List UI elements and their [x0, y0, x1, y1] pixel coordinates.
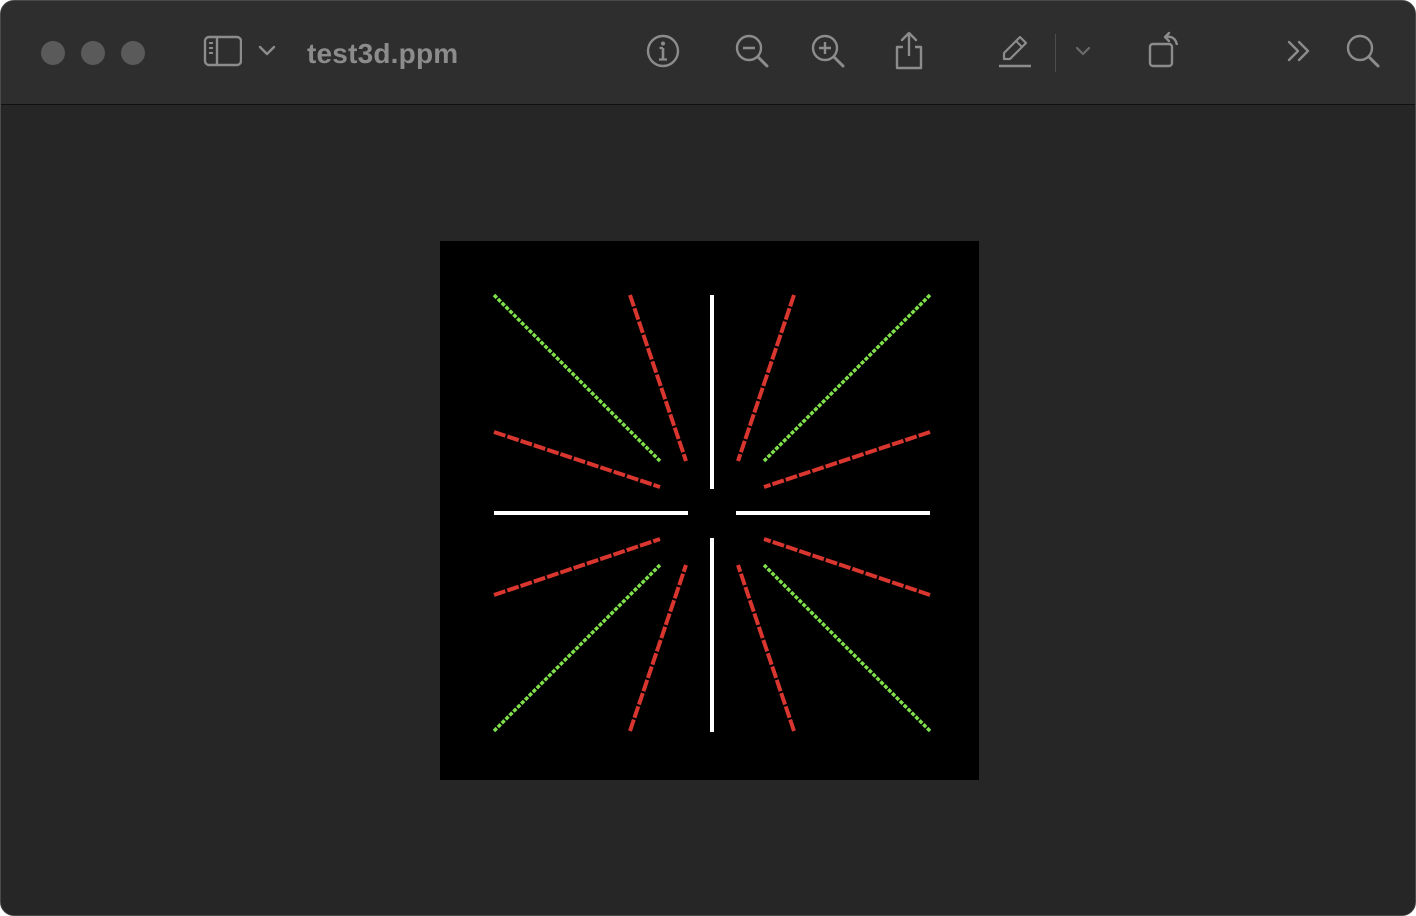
image-viewport[interactable]: [1, 105, 1415, 915]
chevron-down-icon: [258, 45, 276, 56]
more-tools-button[interactable]: [1277, 29, 1321, 73]
sidebar-icon: [203, 35, 242, 67]
diagonal-line-bottom-right: [762, 563, 932, 733]
chevron-down-icon: [1075, 46, 1091, 56]
red-line-steep-top-right: [736, 294, 796, 462]
preview-window: test3d.ppm: [0, 0, 1416, 916]
window-title: test3d.ppm: [307, 38, 459, 69]
info-icon: [646, 34, 680, 68]
red-line-steep-top-left: [628, 294, 688, 462]
more-icon: [1287, 40, 1310, 62]
markup-pen-icon: [999, 35, 1031, 68]
zoom-in-icon: [811, 34, 845, 68]
info-button[interactable]: [641, 29, 685, 73]
red-line-steep-bottom-left: [628, 564, 688, 732]
toolbar-divider: [1055, 34, 1056, 72]
line-test-pattern: [492, 293, 932, 733]
search-button[interactable]: [1341, 29, 1385, 73]
rotate-icon: [1148, 31, 1179, 68]
red-line-shallow-bottom-right: [763, 537, 931, 597]
diagonal-line-top-right: [762, 293, 932, 463]
markup-menu-button[interactable]: [1063, 29, 1103, 73]
zoom-out-button[interactable]: [730, 29, 774, 73]
search-icon: [1346, 34, 1380, 68]
diagonal-line-bottom-left: [492, 563, 662, 733]
share-icon: [895, 31, 923, 70]
red-line-shallow-top-right: [763, 430, 931, 489]
zoom-in-button[interactable]: [806, 29, 850, 73]
zoom-window-button[interactable]: [121, 41, 145, 65]
diagonal-line-top-left: [492, 293, 662, 463]
toolbar: test3d.ppm: [1, 1, 1415, 105]
red-line-shallow-bottom-left: [493, 537, 661, 597]
red-line-shallow-top-left: [493, 430, 661, 489]
rotate-button[interactable]: [1141, 29, 1185, 73]
ppm-image: [440, 241, 979, 780]
sidebar-toggle-button[interactable]: [200, 29, 244, 73]
share-button[interactable]: [887, 29, 931, 73]
close-window-button[interactable]: [41, 41, 65, 65]
red-line-steep-bottom-right: [736, 564, 796, 732]
markup-button[interactable]: [992, 29, 1036, 73]
zoom-out-icon: [735, 34, 769, 68]
minimize-window-button[interactable]: [81, 41, 105, 65]
sidebar-menu-button[interactable]: [245, 29, 289, 73]
